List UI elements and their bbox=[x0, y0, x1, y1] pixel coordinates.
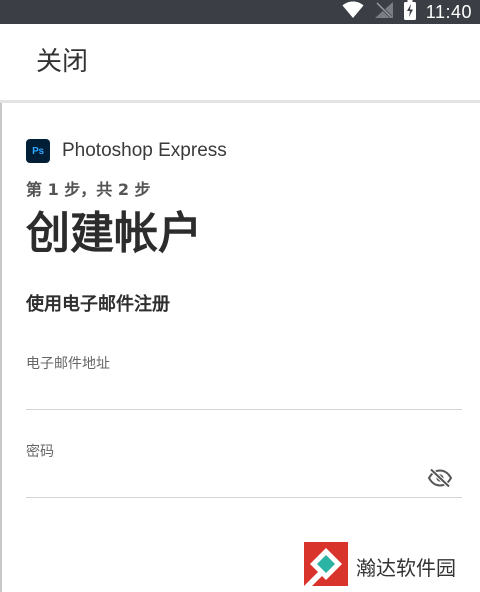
password-visibility-toggle[interactable] bbox=[426, 468, 454, 492]
status-time: 11:40 bbox=[425, 2, 472, 22]
email-field[interactable] bbox=[26, 380, 462, 410]
brand-row: Ps Photoshop Express bbox=[26, 138, 227, 164]
section-heading: 使用电子邮件注册 bbox=[26, 294, 170, 315]
brand-name: Photoshop Express bbox=[62, 140, 227, 161]
password-label: 密码 bbox=[26, 444, 54, 460]
top-bar: 关闭 bbox=[0, 24, 480, 100]
password-field[interactable] bbox=[26, 468, 422, 498]
status-bar: 11:40 bbox=[0, 0, 480, 24]
watermark-text: 瀚达软件园 bbox=[356, 555, 456, 580]
left-edge-border bbox=[0, 103, 2, 592]
close-button[interactable]: 关闭 bbox=[36, 46, 88, 78]
header-divider bbox=[0, 100, 480, 103]
watermark-logo-icon bbox=[304, 542, 348, 590]
step-indicator: 第 1 步，共 2 步 bbox=[26, 180, 151, 199]
email-label: 电子邮件地址 bbox=[26, 356, 110, 372]
logo-text: Ps bbox=[32, 145, 44, 157]
battery-charging-icon bbox=[403, 0, 416, 24]
watermark: 瀚达软件园 bbox=[304, 542, 456, 590]
signal-off-icon bbox=[374, 1, 394, 23]
photoshop-express-logo-icon: Ps bbox=[26, 139, 50, 163]
wifi-icon bbox=[342, 1, 364, 23]
status-icons: 11:40 bbox=[342, 0, 472, 24]
eye-off-icon bbox=[427, 468, 453, 492]
page-title: 创建帐户 bbox=[26, 208, 202, 259]
